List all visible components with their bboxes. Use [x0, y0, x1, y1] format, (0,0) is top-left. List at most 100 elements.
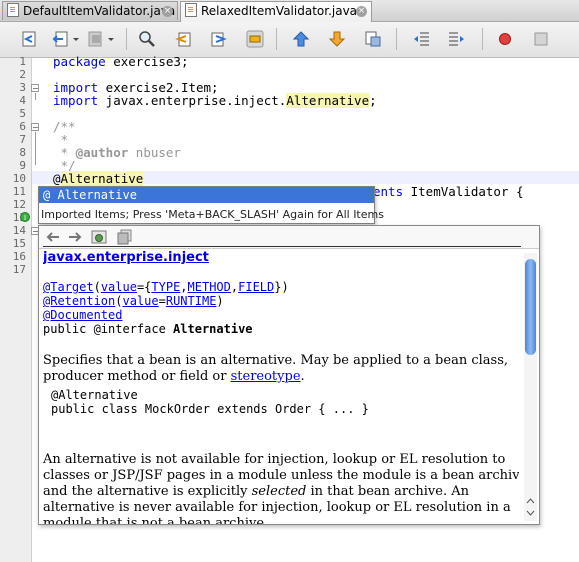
line-number: 1: [19, 55, 26, 68]
fold-collapse-icon[interactable]: −: [31, 123, 39, 132]
code-text: ={: [136, 280, 152, 294]
toggle-highlight-icon[interactable]: [246, 30, 264, 48]
toolbar-separator: [276, 28, 277, 50]
javadoc-scrollbar[interactable]: [524, 253, 537, 521]
line-number: 6: [19, 120, 26, 133]
back-icon[interactable]: [45, 230, 61, 244]
completion-item-alternative[interactable]: @ Alternative: [39, 187, 374, 203]
javadoc-popup: javax.enterprise.inject @Target(value={T…: [38, 225, 540, 525]
scroll-down-icon[interactable]: [526, 509, 535, 517]
description-line: Specifies that a bean is an alternative.…: [43, 353, 508, 368]
tab-label: RelaxedItemValidator.java: [201, 4, 358, 18]
editor-toolbar: [0, 22, 579, 58]
description-line: alternative is never available for injec…: [43, 500, 511, 515]
type-link[interactable]: TYPE: [151, 280, 180, 294]
annotation-target-line: @Target(value={TYPE,METHOD,FIELD}): [43, 280, 289, 294]
last-edit-icon[interactable]: [20, 30, 38, 48]
back-dropdown-icon[interactable]: [71, 30, 81, 48]
annotation-retention-line: @Retention(value=RUNTIME): [43, 294, 224, 308]
forward-icon[interactable]: [87, 30, 105, 48]
next-bookmark-icon[interactable]: [328, 30, 346, 48]
line-number: 9: [19, 159, 26, 172]
code-text: ItemValidator {: [403, 184, 524, 199]
shift-left-icon[interactable]: [412, 30, 430, 48]
line-number: 12: [12, 198, 26, 211]
forward-icon[interactable]: [67, 230, 83, 244]
code-completion-popup: @ Alternative Imported Items; Press 'Met…: [38, 186, 384, 224]
code-line-4: import javax.enterprise.inject.Alternati…: [53, 93, 377, 108]
code-text: =: [158, 294, 166, 308]
code-text: and the alternative is explicitly: [43, 484, 252, 499]
value-link[interactable]: value: [101, 280, 137, 294]
retention-link[interactable]: @Retention: [43, 294, 115, 308]
toggle-bookmark-icon[interactable]: [364, 30, 382, 48]
stereotype-link[interactable]: stereotype: [231, 369, 301, 384]
code-text: (: [93, 280, 101, 294]
code-text: public @interface: [43, 322, 174, 336]
code-text: exercise3;: [105, 54, 189, 69]
previous-bookmark-icon[interactable]: [292, 30, 310, 48]
emphasis-text: selected: [251, 484, 307, 499]
scrollbar-thumb[interactable]: [525, 259, 536, 355]
fold-guide: [35, 93, 36, 100]
line-number: 5: [19, 107, 26, 120]
code-text: }): [274, 280, 289, 294]
javadoc-tag: @author: [75, 145, 129, 160]
code-text: ): [216, 294, 224, 308]
line-number: 17: [12, 263, 26, 276]
line-number: 14: [12, 224, 26, 237]
line-number: 8: [19, 146, 26, 159]
target-link[interactable]: @Target: [43, 280, 94, 294]
scroll-up-icon[interactable]: [526, 497, 535, 505]
fold-guide: [35, 132, 36, 165]
completion-hint: Imported Items; Press 'Meta+BACK_SLASH' …: [41, 208, 384, 221]
documented-link[interactable]: @Documented: [43, 308, 122, 322]
line-number: 11: [12, 185, 26, 198]
code-text: @: [53, 171, 61, 186]
field-link[interactable]: FIELD: [238, 280, 274, 294]
tab-default-item-validator[interactable]: DefaultItemValidator.java ×: [2, 1, 178, 20]
close-tab-icon[interactable]: ×: [356, 6, 367, 17]
shift-right-icon[interactable]: [448, 30, 466, 48]
example-code-line: @Alternative: [51, 388, 138, 402]
line-number: 10: [12, 172, 26, 185]
fold-collapse-icon[interactable]: −: [31, 84, 39, 93]
svg-text:I: I: [24, 214, 26, 222]
line-number: 7: [19, 133, 26, 146]
line-number: 16: [12, 250, 26, 263]
tab-relaxed-item-validator[interactable]: RelaxedItemValidator.java ×: [180, 1, 372, 22]
find-next-icon[interactable]: [210, 30, 228, 48]
code-text: nbuser: [128, 145, 181, 160]
annotation-documented-line: @Documented: [43, 308, 122, 322]
keyword: package: [53, 54, 106, 69]
java-file-icon: [7, 3, 19, 17]
highlighted-identifier: Alternative: [60, 171, 144, 186]
line-number: 3: [19, 81, 26, 94]
stop-macro-icon[interactable]: [532, 30, 550, 48]
value-link[interactable]: value: [122, 294, 158, 308]
method-link[interactable]: METHOD: [188, 280, 231, 294]
javadoc-package-link[interactable]: javax.enterprise.inject: [43, 250, 209, 265]
code-text: ;: [369, 93, 377, 108]
find-previous-icon[interactable]: [174, 30, 192, 48]
highlighted-identifier: Alternative: [286, 93, 370, 108]
javadoc-rule: [43, 246, 521, 247]
line-number: 15: [12, 237, 26, 250]
open-in-browser-icon[interactable]: [91, 229, 107, 245]
code-text: producer method or field or: [43, 369, 231, 384]
description-line: An alternative is not available for inje…: [43, 452, 506, 467]
implements-hint-icon[interactable]: I: [20, 212, 30, 222]
description-line: and the alternative is explicitly select…: [43, 484, 469, 499]
back-icon[interactable]: [52, 30, 70, 48]
forward-dropdown-icon[interactable]: [106, 30, 116, 48]
runtime-link[interactable]: RUNTIME: [166, 294, 217, 308]
close-tab-icon[interactable]: ×: [162, 6, 173, 17]
declaration-line: public @interface Alternative: [43, 322, 253, 336]
code-text: .: [300, 369, 305, 384]
description-line: classes or JSP/JSF pages in a module unl…: [43, 468, 519, 483]
start-macro-icon[interactable]: [496, 30, 514, 48]
find-icon[interactable]: [138, 30, 156, 48]
toolbar-separator: [482, 28, 483, 50]
description-line: producer method or field or stereotype.: [43, 369, 305, 384]
goto-source-icon[interactable]: [117, 229, 133, 245]
